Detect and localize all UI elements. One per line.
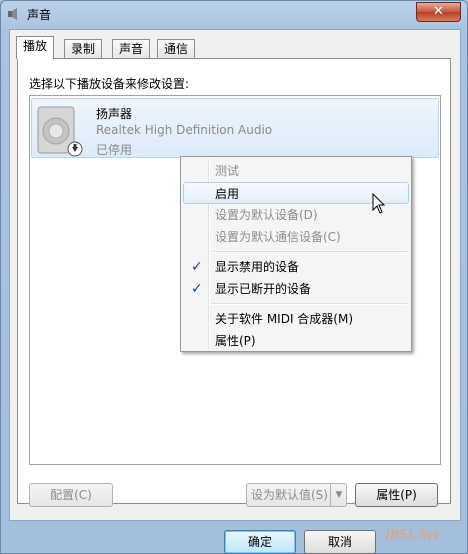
set-default-dropdown-arrow[interactable]: ▼ (330, 484, 347, 506)
speaker-device-icon (37, 106, 83, 157)
menu-item-set-default-comm[interactable]: 设置为默认通信设备(C) (183, 226, 409, 248)
cancel-button[interactable]: 取消 (304, 530, 376, 554)
device-name: 扬声器 (96, 107, 133, 121)
title-bar[interactable]: 声音 ✕ (1, 1, 467, 27)
ok-button[interactable]: 确定 (224, 530, 296, 554)
menu-item-about-midi[interactable]: 关于软件 MIDI 合成器(M) (183, 308, 409, 330)
menu-separator (211, 303, 407, 305)
playback-instruction: 选择以下播放设备来修改设置: (29, 77, 190, 91)
device-item-speakers[interactable]: 扬声器 Realtek High Definition Audio 已停用 (31, 98, 439, 158)
set-default-button[interactable]: 设为默认值(S) ▼ (246, 483, 347, 507)
menu-item-show-disconnected[interactable]: ✓ 显示已断开的设备 (183, 278, 409, 300)
properties-button[interactable]: 属性(P) (355, 483, 438, 507)
tab-recording[interactable]: 录制 (64, 39, 103, 58)
device-status: 已停用 (96, 143, 133, 157)
device-driver: Realtek High Definition Audio (96, 123, 273, 137)
check-icon: ✓ (191, 281, 203, 297)
close-button[interactable]: ✕ (416, 2, 461, 22)
watermark-logo: JB51.Net (383, 527, 439, 543)
configure-button[interactable]: 配置(C) (29, 483, 113, 507)
set-default-label: 设为默认值(S) (251, 488, 328, 502)
tab-playback[interactable]: 播放 (16, 36, 55, 59)
window-title: 声音 (27, 8, 52, 22)
menu-item-properties[interactable]: 属性(P) (183, 330, 409, 352)
check-icon: ✓ (191, 259, 203, 275)
menu-item-test[interactable]: 测试 (183, 160, 409, 182)
tab-communications[interactable]: 通信 (157, 39, 196, 58)
menu-item-show-disabled[interactable]: ✓ 显示禁用的设备 (183, 256, 409, 278)
tab-sounds[interactable]: 声音 (112, 39, 151, 58)
mouse-pointer-icon (372, 193, 386, 214)
menu-separator (211, 251, 407, 253)
speaker-title-icon (8, 8, 17, 20)
context-menu: 测试 启用 设置为默认设备(D) 设置为默认通信设备(C) ✓ 显示禁用的设备 … (180, 156, 412, 352)
